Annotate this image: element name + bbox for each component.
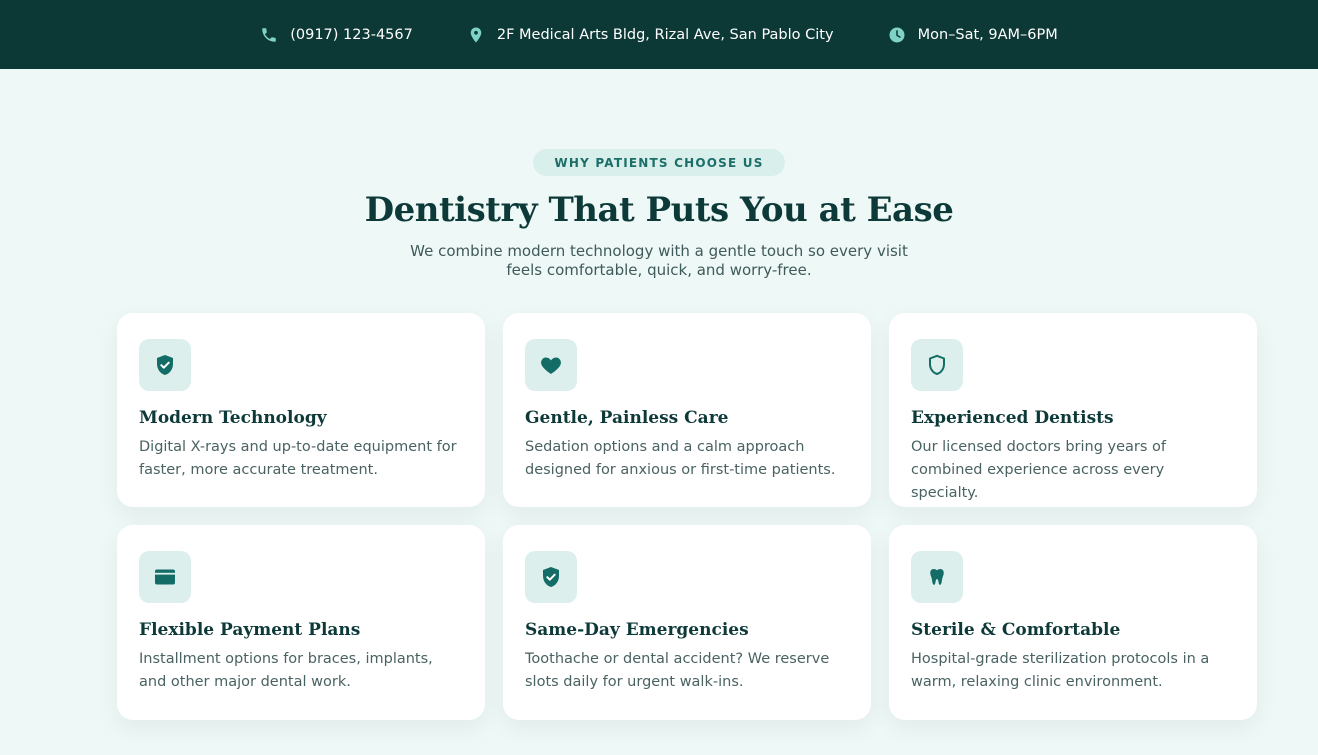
feature-icon-box (139, 551, 191, 603)
feature-title: Modern Technology (139, 408, 327, 428)
feature-description: Toothache or dental accident? We reserve… (525, 651, 830, 690)
why-choose-us-section: WHY PATIENTS CHOOSE US Dentistry That Pu… (0, 69, 1318, 720)
feature-icon-box (911, 339, 963, 391)
contact-topbar: (0917) 123-4567 2F Medical Arts Bldg, Ri… (0, 0, 1318, 69)
section-eyebrow-badge: WHY PATIENTS CHOOSE US (533, 149, 785, 176)
eyebrow-wrapper: WHY PATIENTS CHOOSE US (0, 69, 1318, 176)
section-heading: Dentistry That Puts You at Ease (364, 190, 954, 230)
map-pin-icon (467, 26, 485, 44)
section-subtitle: We combine modern technology with a gent… (410, 242, 908, 279)
feature-card-payment-plans: Flexible Payment Plans Installment optio… (117, 525, 485, 720)
shield-outline-icon (925, 353, 949, 377)
feature-card-experienced-dentists: Experienced Dentists Our licensed doctor… (889, 313, 1257, 507)
address-text: 2F Medical Arts Bldg, Rizal Ave, San Pab… (496, 26, 834, 43)
feature-title: Gentle, Painless Care (525, 408, 729, 428)
feature-description: Digital X-rays and up-to-date equipment … (139, 439, 457, 478)
hours-text: Mon–Sat, 9AM–6PM (917, 26, 1058, 43)
clock-icon (888, 26, 906, 44)
heart-icon (539, 353, 563, 377)
feature-icon-box (911, 551, 963, 603)
shield-check-icon (153, 353, 177, 377)
feature-card-sterile: Sterile & Comfortable Hospital-grade ste… (889, 525, 1257, 720)
feature-title: Experienced Dentists (911, 408, 1114, 428)
feature-description: Hospital-grade sterilization protocols i… (911, 651, 1210, 690)
feature-icon-box (139, 339, 191, 391)
feature-icon-box (525, 339, 577, 391)
feature-description: Our licensed doctors bring years of comb… (911, 439, 1167, 501)
address-info[interactable]: 2F Medical Arts Bldg, Rizal Ave, San Pab… (467, 26, 834, 44)
tooth-icon (925, 565, 949, 589)
feature-card-modern-technology: Modern Technology Digital X-rays and up-… (117, 313, 485, 507)
feature-description: Installment options for braces, implants… (139, 651, 433, 690)
feature-card-gentle-care: Gentle, Painless Care Sedation options a… (503, 313, 871, 507)
phone-number: (0917) 123-4567 (290, 26, 413, 43)
feature-description: Sedation options and a calm approach des… (525, 439, 836, 478)
phone-info[interactable]: (0917) 123-4567 (260, 26, 413, 44)
phone-icon (260, 26, 278, 44)
shield-check-icon (539, 565, 563, 589)
feature-title: Same-Day Emergencies (525, 620, 749, 640)
hours-info: Mon–Sat, 9AM–6PM (888, 26, 1058, 44)
feature-title: Flexible Payment Plans (139, 620, 361, 640)
feature-title: Sterile & Comfortable (911, 620, 1121, 640)
feature-icon-box (525, 551, 577, 603)
features-grid: Modern Technology Digital X-rays and up-… (117, 313, 1257, 720)
feature-card-emergencies: Same-Day Emergencies Toothache or dental… (503, 525, 871, 720)
credit-card-icon (153, 565, 177, 589)
